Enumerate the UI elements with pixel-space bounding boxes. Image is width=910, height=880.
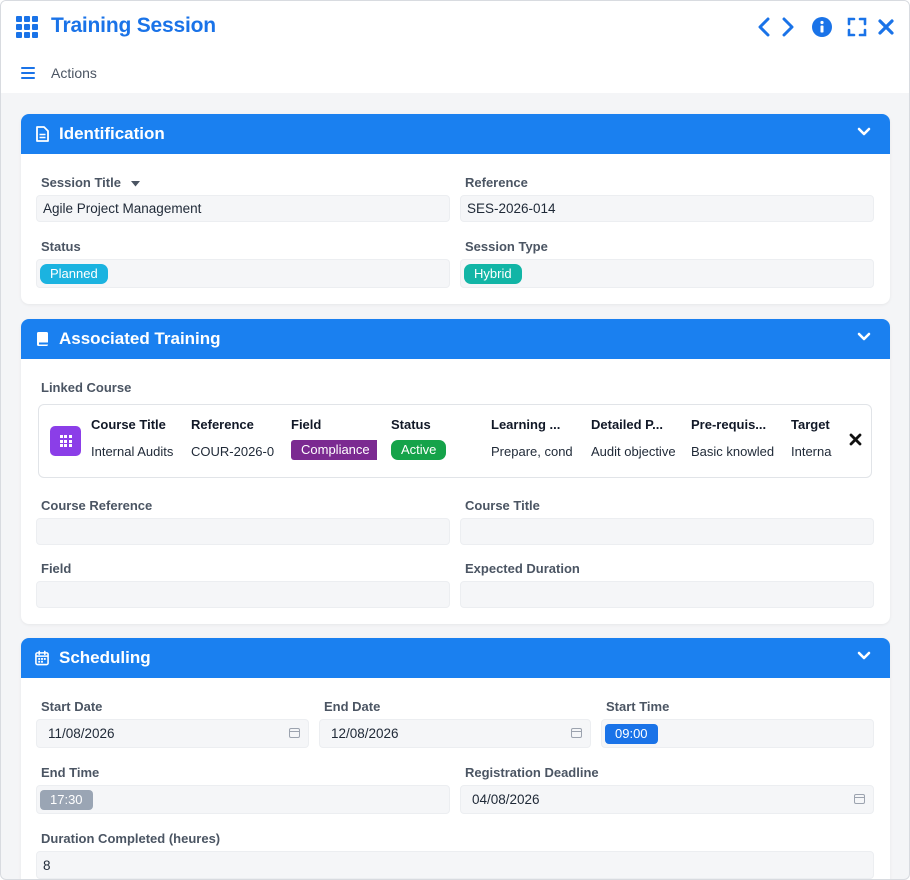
close-icon[interactable] bbox=[877, 18, 895, 36]
registration-deadline-label: Registration Deadline bbox=[465, 765, 599, 780]
associated-training-header[interactable]: Associated Training bbox=[21, 319, 890, 359]
registration-deadline-value: 04/08/2026 bbox=[472, 792, 540, 807]
column-value: Basic knowled bbox=[691, 444, 775, 459]
session-title-value: Agile Project Management bbox=[43, 201, 202, 216]
field-field[interactable] bbox=[36, 581, 450, 608]
status-badge: Planned bbox=[40, 263, 108, 284]
collapse-chevron-icon[interactable] bbox=[857, 332, 871, 342]
status-label: Status bbox=[41, 239, 81, 254]
actions-menu[interactable]: Actions bbox=[21, 65, 97, 81]
training-session-window: Training Session Actions Identification … bbox=[0, 0, 910, 880]
course-col-title: Course Title Internal Audits bbox=[91, 417, 177, 459]
session-title-field[interactable]: Agile Project Management bbox=[36, 195, 450, 222]
next-chevron-icon[interactable] bbox=[781, 17, 795, 37]
column-value: Prepare, cond bbox=[491, 444, 573, 459]
column-header: Status bbox=[391, 417, 431, 432]
info-icon[interactable] bbox=[811, 16, 833, 38]
document-icon bbox=[35, 126, 49, 142]
collapse-chevron-icon[interactable] bbox=[857, 651, 871, 661]
expected-duration-label: Expected Duration bbox=[465, 561, 580, 576]
remove-course-icon[interactable] bbox=[849, 433, 862, 446]
start-time-badge: 09:00 bbox=[605, 723, 658, 744]
column-header: Course Title bbox=[91, 417, 166, 432]
fullscreen-icon[interactable] bbox=[847, 17, 867, 37]
reference-value: SES-2026-014 bbox=[467, 201, 556, 216]
start-time-field[interactable]: 09:00 bbox=[601, 719, 874, 748]
calendar-picker-icon[interactable] bbox=[571, 728, 582, 738]
calendar-icon bbox=[35, 650, 49, 666]
section-title: Scheduling bbox=[59, 648, 151, 667]
end-time-label: End Time bbox=[41, 765, 100, 780]
app-grid-icon[interactable] bbox=[16, 16, 40, 38]
hamburger-icon[interactable] bbox=[21, 67, 35, 79]
session-title-label: Session Title bbox=[41, 175, 140, 190]
top-bar: Training Session Actions bbox=[1, 1, 909, 93]
collapse-chevron-icon[interactable] bbox=[857, 127, 871, 137]
end-date-value: 12/08/2026 bbox=[331, 726, 399, 741]
field-badge: Compliance bbox=[291, 440, 377, 460]
start-date-input[interactable]: 11/08/2026 bbox=[36, 719, 309, 748]
identification-header[interactable]: Identification bbox=[21, 114, 890, 154]
column-header: Reference bbox=[191, 417, 254, 432]
course-col-detailed: Detailed P... Audit objective bbox=[591, 417, 677, 459]
field-label: Field bbox=[41, 561, 72, 576]
associated-training-section: Associated Training Linked Course Course… bbox=[21, 319, 890, 624]
course-title-label: Course Title bbox=[465, 498, 540, 513]
section-title: Identification bbox=[59, 124, 165, 143]
column-header: Pre-requis... bbox=[691, 417, 767, 432]
page-title: Training Session bbox=[51, 14, 216, 37]
course-status-badge: Active bbox=[391, 440, 447, 460]
end-time-field[interactable]: 17:30 bbox=[36, 785, 450, 814]
window-actions bbox=[757, 14, 895, 40]
duration-completed-value: 8 bbox=[43, 857, 51, 873]
start-time-label: Start Time bbox=[606, 699, 670, 714]
status-field[interactable]: Planned bbox=[36, 259, 450, 288]
dropdown-caret-icon[interactable] bbox=[130, 180, 140, 187]
course-reference-field[interactable] bbox=[36, 518, 450, 545]
course-col-target: Target Interna bbox=[791, 417, 833, 459]
column-header: Target bbox=[791, 417, 830, 432]
column-value: Internal Audits bbox=[91, 444, 174, 459]
session-type-field[interactable]: Hybrid bbox=[460, 259, 874, 288]
column-value: Audit objective bbox=[591, 444, 676, 459]
registration-deadline-input[interactable]: 04/08/2026 bbox=[460, 785, 874, 814]
calendar-picker-icon[interactable] bbox=[289, 728, 300, 738]
section-title: Associated Training bbox=[59, 329, 221, 348]
identification-section: Identification Session Title Agile Proje… bbox=[21, 114, 890, 304]
linked-course-card[interactable]: Course Title Internal Audits Reference C… bbox=[38, 404, 872, 478]
book-icon bbox=[35, 331, 49, 347]
course-col-reference: Reference COUR-2026-0 bbox=[191, 417, 277, 459]
course-col-prerequisites: Pre-requis... Basic knowled bbox=[691, 417, 777, 459]
duration-completed-label: Duration Completed (heures) bbox=[41, 831, 221, 846]
previous-chevron-icon[interactable] bbox=[757, 17, 771, 37]
linked-course-label: Linked Course bbox=[41, 380, 132, 395]
column-value: Interna bbox=[791, 444, 832, 459]
course-col-status: Status Active bbox=[391, 417, 477, 460]
scheduling-section: Scheduling Start Date 11/08/2026 End Dat… bbox=[21, 638, 890, 879]
course-grid-icon bbox=[50, 426, 81, 456]
start-date-value: 11/08/2026 bbox=[48, 726, 115, 741]
session-type-badge: Hybrid bbox=[464, 263, 522, 284]
course-col-field: Field Compliance bbox=[291, 417, 377, 460]
course-title-field[interactable] bbox=[460, 518, 874, 545]
actions-label[interactable]: Actions bbox=[51, 65, 97, 81]
column-header: Learning ... bbox=[491, 417, 561, 432]
end-date-label: End Date bbox=[324, 699, 381, 714]
column-header: Detailed P... bbox=[591, 417, 664, 432]
end-time-badge: 17:30 bbox=[40, 789, 93, 810]
session-type-label: Session Type bbox=[465, 239, 548, 254]
duration-completed-field[interactable]: 8 bbox=[36, 851, 874, 879]
calendar-picker-icon[interactable] bbox=[854, 794, 865, 804]
expected-duration-field[interactable] bbox=[460, 581, 874, 608]
reference-label: Reference bbox=[465, 175, 528, 190]
course-reference-label: Course Reference bbox=[41, 498, 153, 513]
end-date-input[interactable]: 12/08/2026 bbox=[319, 719, 591, 748]
reference-field[interactable]: SES-2026-014 bbox=[460, 195, 874, 222]
scheduling-header[interactable]: Scheduling bbox=[21, 638, 890, 678]
column-header: Field bbox=[291, 417, 322, 432]
start-date-label: Start Date bbox=[41, 699, 103, 714]
course-col-learning: Learning ... Prepare, cond bbox=[491, 417, 577, 459]
column-value: COUR-2026-0 bbox=[191, 444, 275, 459]
